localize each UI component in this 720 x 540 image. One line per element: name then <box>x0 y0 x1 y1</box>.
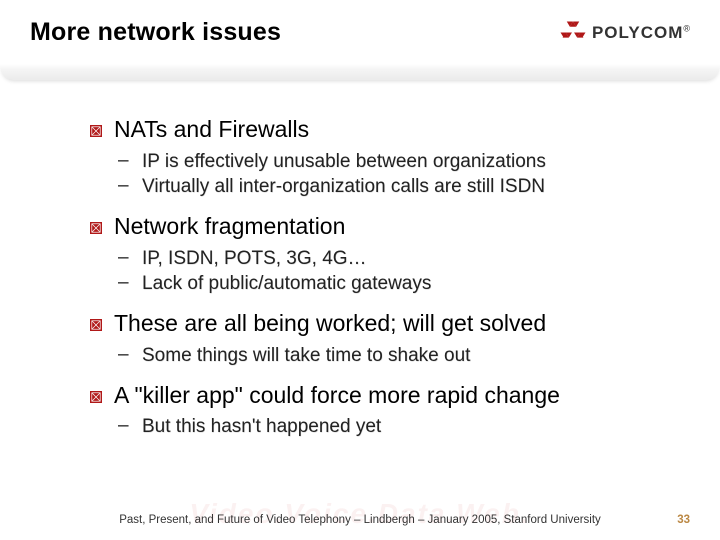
dash-icon: – <box>118 247 132 269</box>
bullet-1-text: NATs and Firewalls <box>114 116 309 144</box>
bullet-marker-icon <box>90 222 102 234</box>
bullet-2: Network fragmentation <box>90 213 674 241</box>
header: More network issues <box>0 0 720 80</box>
sub-bullet: –IP is effectively unusable between orga… <box>118 150 674 174</box>
footer-text: Past, Present, and Future of Video Telep… <box>70 514 650 526</box>
brand-logo: POLYCOM® <box>560 20 690 46</box>
footer: Past, Present, and Future of Video Telep… <box>0 514 720 526</box>
header-divider <box>0 64 720 80</box>
bullet-4: A "killer app" could force more rapid ch… <box>90 382 674 410</box>
bullet-marker-icon <box>90 319 102 331</box>
brand-text: POLYCOM <box>592 23 683 42</box>
content: NATs and Firewalls –IP is effectively un… <box>0 80 720 439</box>
dash-icon: – <box>118 175 132 197</box>
slide: More network issues <box>0 0 720 540</box>
bullet-1: NATs and Firewalls <box>90 116 674 144</box>
sub-bullet: –Virtually all inter-organization calls … <box>118 175 674 199</box>
sub-bullet: –Lack of public/automatic gateways <box>118 272 674 296</box>
page-number: 33 <box>650 514 690 526</box>
dash-icon: – <box>118 272 132 294</box>
bullet-3: These are all being worked; will get sol… <box>90 310 674 338</box>
bullet-marker-icon <box>90 125 102 137</box>
bullet-2-sublist: –IP, ISDN, POTS, 3G, 4G… –Lack of public… <box>118 247 674 297</box>
sub-bullet: –Some things will take time to shake out <box>118 344 674 368</box>
bullet-1-sublist: –IP is effectively unusable between orga… <box>118 150 674 200</box>
slide-title: More network issues <box>30 18 281 47</box>
brand-name: POLYCOM® <box>592 23 690 43</box>
dash-icon: – <box>118 150 132 172</box>
polycom-triad-icon <box>560 20 586 46</box>
bullet-2-text: Network fragmentation <box>114 213 345 241</box>
bullet-4-sublist: –But this hasn't happened yet <box>118 415 674 439</box>
bullet-marker-icon <box>90 391 102 403</box>
sub-bullet: –IP, ISDN, POTS, 3G, 4G… <box>118 247 674 271</box>
bullet-3-sublist: –Some things will take time to shake out <box>118 344 674 368</box>
bullet-4-text: A "killer app" could force more rapid ch… <box>114 382 560 410</box>
dash-icon: – <box>118 344 132 366</box>
sub-bullet: –But this hasn't happened yet <box>118 415 674 439</box>
brand-registered: ® <box>683 24 690 34</box>
bullet-3-text: These are all being worked; will get sol… <box>114 310 546 338</box>
dash-icon: – <box>118 415 132 437</box>
